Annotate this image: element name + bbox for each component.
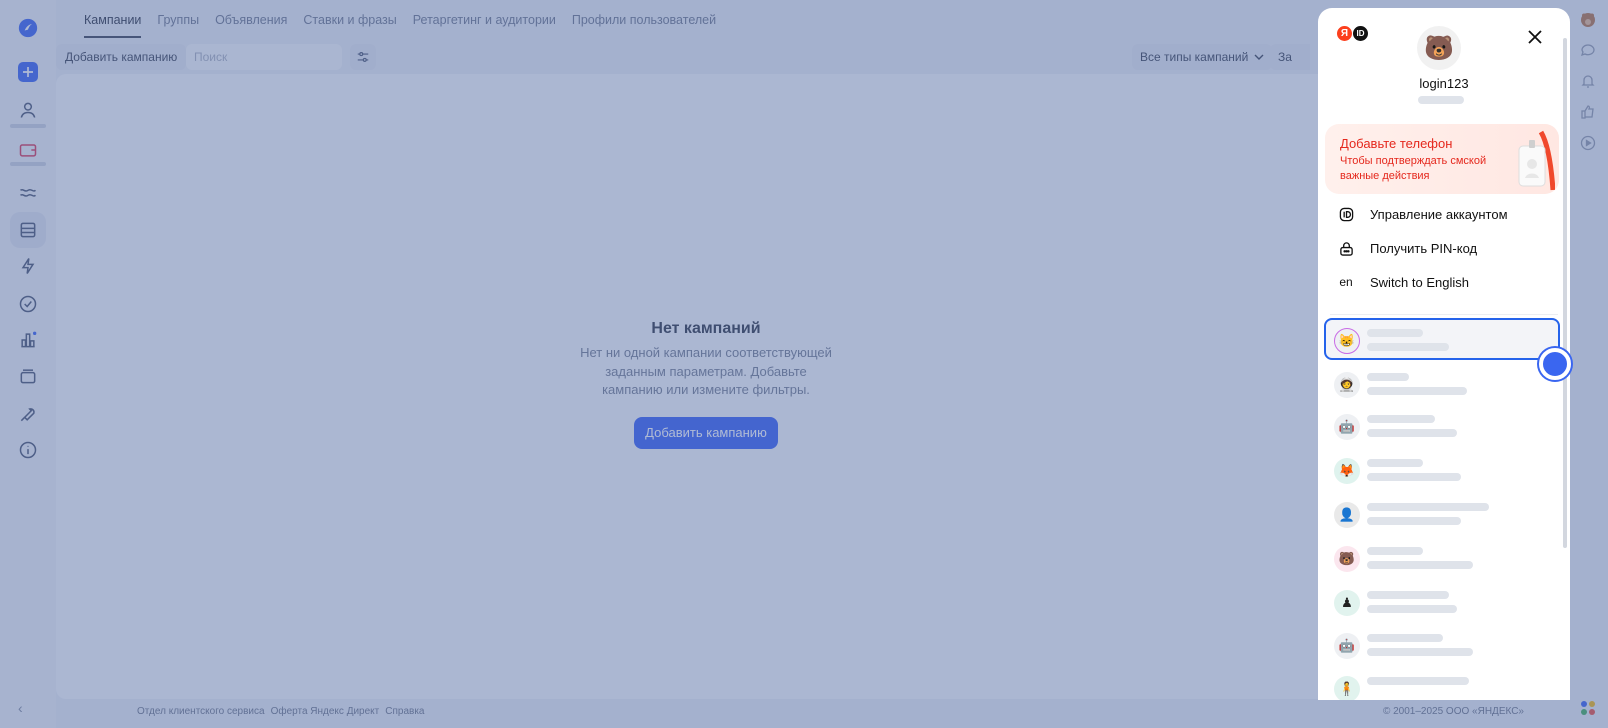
account-avatar: 🤖 (1334, 414, 1360, 440)
menu-label: Управление аккаунтом (1370, 206, 1508, 222)
account-name-placeholder (1367, 415, 1435, 423)
account-item[interactable]: 👤 (1324, 492, 1560, 534)
account-name-placeholder (1367, 591, 1449, 599)
add-phone-title: Добавьте телефон (1340, 136, 1453, 151)
account-login-placeholder (1367, 343, 1449, 351)
account-avatar: 😸 (1334, 328, 1360, 354)
account-name-placeholder (1367, 634, 1443, 642)
close-icon[interactable] (1524, 26, 1546, 48)
account-login-placeholder (1367, 648, 1473, 656)
popup-scrollbar[interactable] (1563, 38, 1567, 548)
account-avatar: 🐻 (1334, 546, 1360, 572)
menu-switch-language[interactable]: en Switch to English (1338, 272, 1469, 292)
account-login-placeholder (1367, 605, 1457, 613)
account-avatar: 👤 (1334, 502, 1360, 528)
menu-manage-account[interactable]: Управление аккаунтом (1338, 204, 1508, 224)
id-logo-icon: ID (1353, 26, 1368, 41)
yandex-logo-icon: Я (1337, 26, 1352, 41)
account-login-placeholder (1367, 517, 1461, 525)
avatar[interactable]: 🐻 (1417, 26, 1461, 70)
account-avatar: 🦊 (1334, 458, 1360, 484)
login-name: login123 (1419, 76, 1469, 91)
account-item-selected[interactable]: 😸 (1324, 318, 1560, 360)
menu-divider (1330, 314, 1558, 315)
add-phone-card[interactable]: Добавьте телефон Чтобы подтверждать смск… (1325, 124, 1559, 194)
account-name-placeholder (1367, 677, 1469, 685)
account-item[interactable]: ♟ (1324, 580, 1560, 622)
cursor-indicator (1539, 348, 1571, 380)
phone-badge-illustration-icon (1518, 130, 1555, 191)
menu-label: Switch to English (1370, 274, 1469, 290)
account-item[interactable]: 🤖 (1324, 623, 1560, 665)
account-avatar: 🧑‍🚀 (1334, 372, 1360, 398)
account-popup: Я ID 🐻 login123 Добавьте телефон Чтобы п… (1318, 8, 1570, 700)
account-name-placeholder (1367, 373, 1409, 381)
account-item[interactable]: 🦊 (1324, 448, 1560, 490)
language-icon: en (1339, 275, 1353, 289)
account-login-placeholder (1367, 561, 1473, 569)
yandex-id-logo: Я ID (1337, 26, 1368, 41)
account-item[interactable]: 🧍 (1324, 666, 1560, 700)
add-phone-text: Чтобы подтверждать смской важные действи… (1340, 155, 1487, 182)
lock-icon (1338, 240, 1354, 256)
account-name-placeholder (1367, 329, 1423, 337)
account-name-placeholder (1367, 547, 1423, 555)
account-name-placeholder (1367, 503, 1489, 511)
account-item[interactable]: 🐻 (1324, 536, 1560, 578)
account-login-placeholder (1367, 387, 1467, 395)
account-avatar: ♟ (1334, 590, 1360, 616)
account-item[interactable]: 🤖 (1324, 404, 1560, 446)
menu-get-pin[interactable]: Получить PIN-код (1338, 238, 1477, 258)
account-login-placeholder (1367, 473, 1461, 481)
account-item[interactable]: 🧑‍🚀 (1324, 362, 1560, 404)
account-avatar: 🧍 (1334, 676, 1360, 700)
login-subtitle-placeholder (1418, 96, 1464, 104)
id-icon (1338, 206, 1354, 222)
account-name-placeholder (1367, 459, 1423, 467)
account-login-placeholder (1367, 429, 1457, 437)
menu-label: Получить PIN-код (1370, 240, 1478, 256)
account-avatar: 🤖 (1334, 633, 1360, 659)
